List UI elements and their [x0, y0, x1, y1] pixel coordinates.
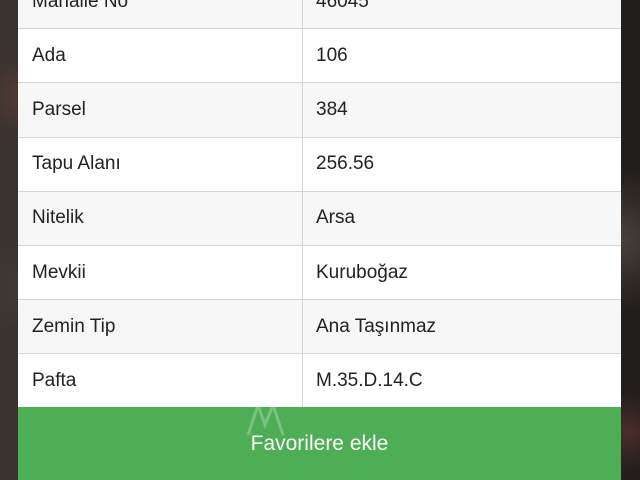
row-label: Tapu Alanı — [18, 137, 303, 191]
table-row-tapu-alani: Tapu Alanı 256.56 — [18, 137, 621, 192]
row-value: 256.56 — [316, 153, 375, 175]
table-row-mevkii: Mevkii Kuruboğaz — [18, 245, 621, 301]
row-label: Mahalle No — [18, 0, 303, 29]
table-row-ada: Ada 106 — [18, 29, 621, 84]
table-row-nitelik: Nitelik Arsa — [18, 191, 621, 246]
row-label: Zemin Tip — [18, 300, 303, 354]
parcel-details-table: Mahalle No 46045 Ada 106 Parsel 384 Tapu… — [18, 0, 621, 409]
table-row-zemin-tip: Zemin Tip Ana Taşınmaz — [18, 300, 621, 355]
parcel-details-panel: Mahalle No 46045 Ada 106 Parsel 384 Tapu… — [18, 0, 621, 480]
row-value: Ana Taşınmaz — [316, 315, 437, 337]
watermark-icon — [246, 400, 285, 436]
row-label: Ada — [18, 29, 303, 83]
row-value: 106 — [316, 44, 348, 66]
row-value: Arsa — [316, 207, 356, 229]
row-value: 46045 — [316, 0, 369, 12]
row-label: Nitelik — [18, 191, 303, 245]
row-label: Parsel — [18, 83, 303, 137]
table-row-pafta: Pafta M.35.D.14.C — [18, 354, 621, 409]
row-value: M.35.D.14.C — [316, 369, 423, 391]
row-value: 384 — [316, 98, 348, 120]
table-row-mahalle-no: Mahalle No 46045 — [18, 0, 621, 30]
add-to-favorites-button[interactable]: Favorilere ekle — [18, 407, 621, 480]
row-value: Kuruboğaz — [316, 261, 408, 283]
table-row-parsel: Parsel 384 — [18, 83, 621, 138]
row-label: Mevkii — [18, 245, 303, 300]
